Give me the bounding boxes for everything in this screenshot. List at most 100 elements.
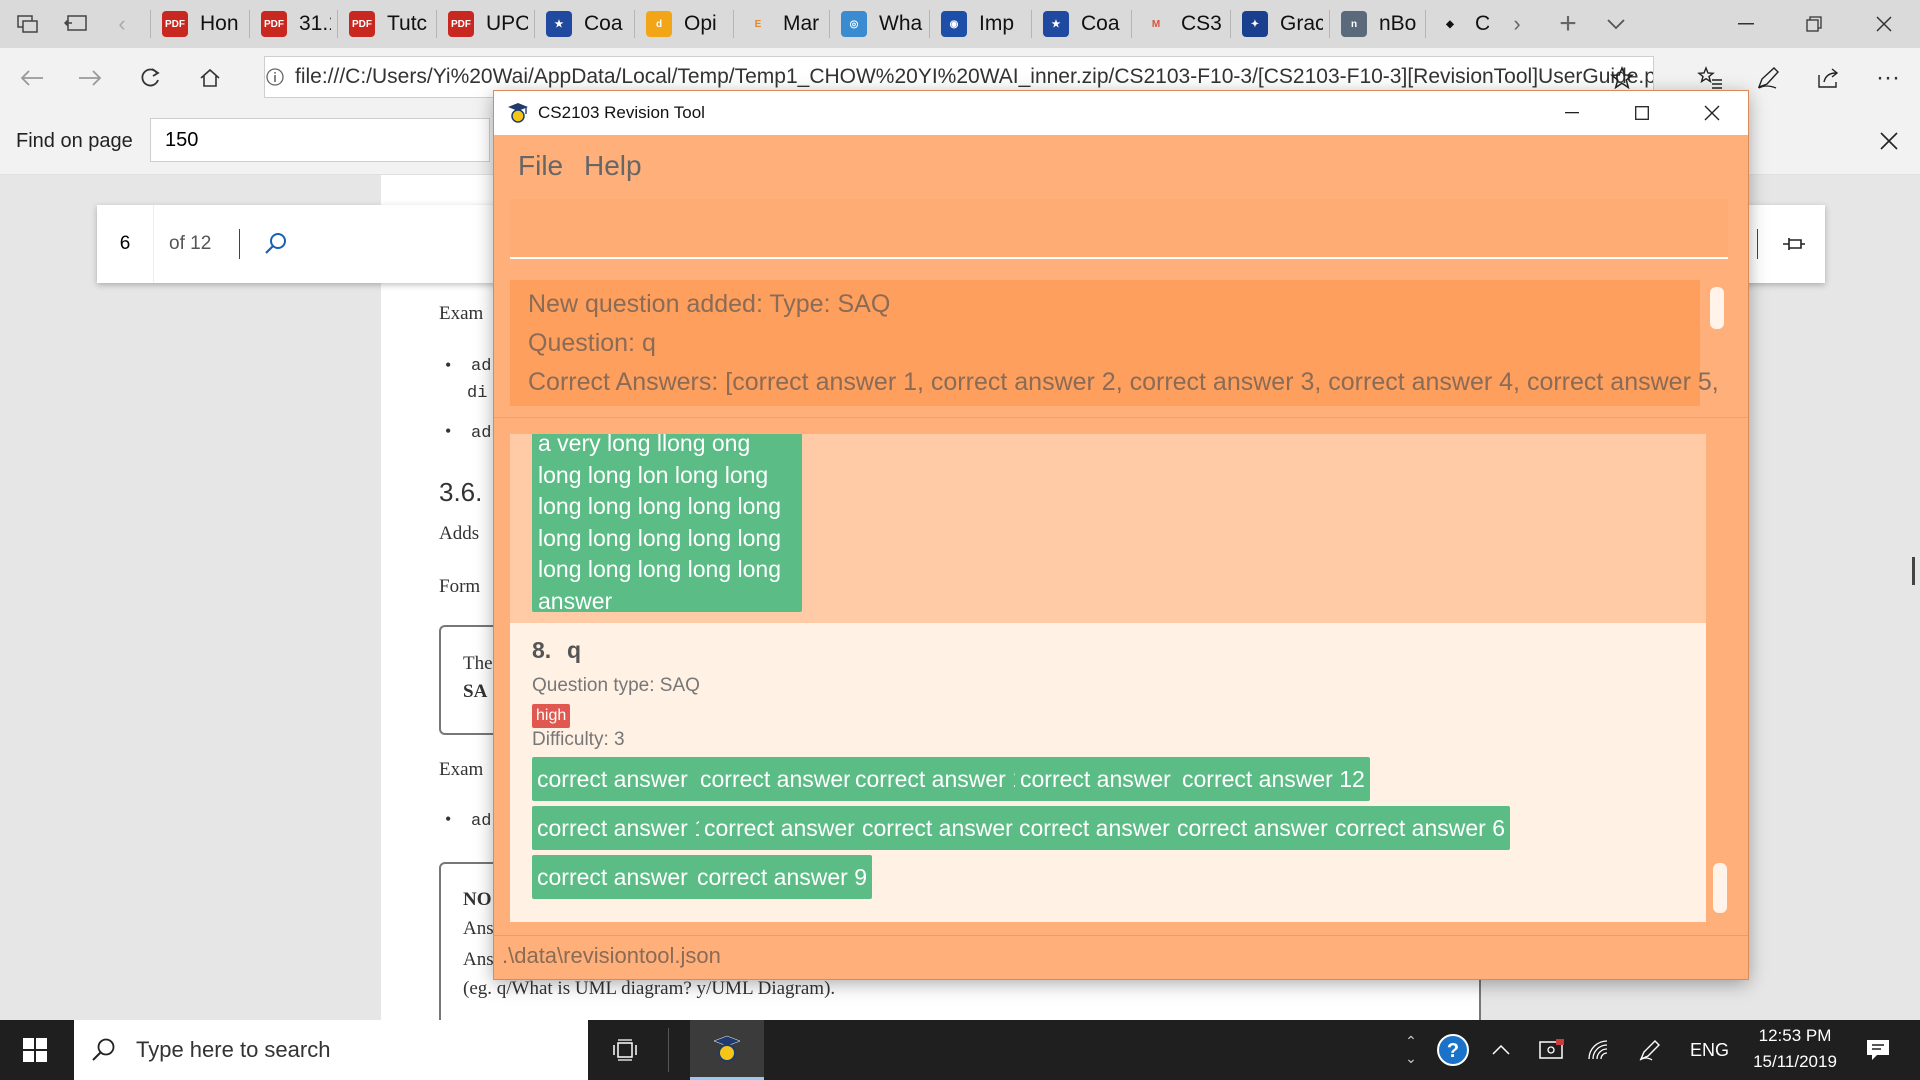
clock-time[interactable]: 12:53 PM — [1740, 1026, 1850, 1046]
more-icon[interactable]: ··· — [1866, 54, 1910, 102]
home-icon[interactable] — [188, 54, 232, 102]
language-indicator[interactable]: ENG — [1690, 1020, 1729, 1080]
question-card-selected[interactable]: a very long llong ong long long lon long … — [510, 434, 1706, 623]
command-input[interactable] — [510, 199, 1728, 259]
close-browser-icon[interactable] — [1856, 0, 1912, 48]
windows-start-icon[interactable] — [0, 1020, 70, 1080]
question-card[interactable]: 8. q Question type: SAQ high Difficulty:… — [510, 623, 1706, 922]
refresh-icon[interactable] — [128, 54, 172, 102]
scroll-tabs-right-icon[interactable]: › — [1502, 0, 1532, 48]
app-minimize-icon[interactable] — [1544, 91, 1600, 135]
answer-chip: correct answer 3 — [857, 806, 1038, 850]
browser-tab[interactable]: n nBo — [1341, 0, 1419, 48]
close-find-icon[interactable] — [1864, 116, 1914, 166]
minimize-icon[interactable] — [1718, 0, 1774, 48]
info-icon[interactable] — [265, 67, 285, 87]
browser-tab[interactable]: PDF Tutc — [349, 0, 430, 48]
set-aside-tabs-icon[interactable] — [56, 0, 96, 48]
pdf-text-line: di — [467, 384, 488, 403]
tab-separator — [1329, 10, 1330, 38]
pdf-text-line: Exam — [439, 759, 484, 780]
tab-separator — [1425, 10, 1426, 38]
pdf-text-line: SA — [463, 681, 488, 702]
browser-tab[interactable]: PDF 31.1 — [261, 0, 331, 48]
difficulty-tag: high — [532, 704, 571, 728]
pdf-text-line: ad — [471, 812, 492, 831]
browser-tab-bar: ‹ PDFHonPDF31.1PDFTutcPDFUPC★CoadOpiEMar… — [0, 0, 1920, 48]
scroll-tabs-left-icon[interactable]: ‹ — [104, 0, 140, 48]
clock-date[interactable]: 15/11/2019 — [1740, 1052, 1850, 1072]
browser-tab[interactable]: ★ Coa — [546, 0, 628, 48]
search-pdf-icon[interactable] — [263, 231, 289, 262]
divider — [668, 1028, 669, 1072]
new-tab-icon[interactable]: + — [1550, 0, 1586, 48]
result-scrollbar[interactable] — [1710, 287, 1724, 329]
forward-icon[interactable] — [68, 54, 112, 102]
answer-chip: correct answer 2 — [699, 806, 880, 850]
browser-tab-label: Hon — [200, 12, 239, 35]
browser-tab[interactable]: ✦ Grac — [1242, 0, 1323, 48]
pdf-box — [439, 625, 501, 735]
browser-tab-label: UPC — [486, 12, 528, 35]
browser-tab[interactable]: PDF UPC — [448, 0, 528, 48]
browser-tab[interactable]: ★ Coa — [1043, 0, 1125, 48]
taskbar-search-box[interactable]: Type here to search — [74, 1020, 588, 1080]
tray-scroll-icon[interactable]: ⌃ ⌄ — [1396, 1020, 1426, 1080]
app-maximize-icon[interactable] — [1614, 91, 1670, 135]
show-hidden-icons-icon[interactable] — [1486, 1020, 1516, 1080]
bullet-icon: • — [445, 355, 452, 375]
task-view-icon[interactable] — [600, 1020, 650, 1080]
help-icon[interactable]: ? — [1428, 1020, 1478, 1080]
menu-file[interactable]: File — [518, 135, 563, 197]
save-location: .\data\revisiontool.json — [502, 943, 721, 968]
answer-chip: correct answer 13 — [532, 806, 725, 850]
menu-help[interactable]: Help — [584, 135, 642, 197]
answer-text-line: long long long long long — [538, 524, 781, 551]
pdf-text-line: Form — [439, 576, 481, 597]
pdf-scroll-indicator[interactable] — [1912, 557, 1915, 585]
find-input-value: 150 — [165, 128, 199, 151]
notifications-icon[interactable] — [1848, 1020, 1908, 1080]
app-logo-icon — [506, 101, 530, 125]
pin-toolbar-icon[interactable] — [1781, 233, 1807, 260]
find-label: Find on page — [16, 130, 133, 152]
question-list[interactable]: a very long llong ong long long lon long … — [510, 434, 1706, 922]
bullet-icon: • — [445, 421, 452, 441]
pen-icon[interactable] — [1746, 54, 1790, 102]
answer-chip: correct answer 12 — [1177, 757, 1370, 801]
browser-tab[interactable]: ◆ C — [1437, 0, 1489, 48]
pdf-text-line: (eg. q/What is UML diagram? y/UML Diagra… — [463, 978, 836, 999]
list-scrollbar[interactable] — [1713, 863, 1727, 913]
tab-actions-icon[interactable] — [8, 0, 48, 48]
browser-tab-label: Grac — [1280, 12, 1323, 35]
browser-tab[interactable]: ◉ Imp — [941, 0, 1025, 48]
device-icon[interactable] — [1534, 1020, 1570, 1080]
result-line: New question added: Type: SAQ — [528, 290, 891, 318]
tab-separator — [436, 10, 437, 38]
browser-tab[interactable]: ◎ Wha — [841, 0, 923, 48]
taskbar-app-revision-tool[interactable] — [690, 1020, 764, 1080]
tab-preview-chevron-icon[interactable] — [1598, 0, 1634, 48]
answer-chip: correct answer 4 — [1014, 806, 1195, 850]
wifi-icon[interactable] — [1582, 1020, 1618, 1080]
restore-icon[interactable] — [1786, 0, 1842, 48]
share-icon[interactable] — [1806, 54, 1850, 102]
browser-tab[interactable]: M CS3 — [1143, 0, 1224, 48]
svg-text:?: ? — [1447, 1040, 1459, 1062]
back-icon[interactable] — [10, 54, 54, 102]
page-number-input[interactable]: 6 — [97, 205, 154, 283]
pen-workspace-icon[interactable] — [1632, 1020, 1668, 1080]
browser-tab[interactable]: PDF Hon — [162, 0, 243, 48]
question-text: q — [567, 637, 582, 663]
browser-tab-label: Opi — [684, 12, 717, 35]
browser-tab[interactable]: E Mar — [745, 0, 823, 48]
find-input[interactable]: 150 — [150, 118, 490, 162]
browser-tab-label: Coa — [1081, 12, 1120, 35]
tab-separator — [1131, 10, 1132, 38]
pdf-icon: PDF — [349, 11, 375, 37]
pdf-text-line: Ans — [463, 949, 494, 970]
pdf-text-line: Ans — [463, 918, 494, 939]
app-close-icon[interactable] — [1684, 91, 1740, 135]
browser-tab[interactable]: d Opi — [646, 0, 727, 48]
search-placeholder: Type here to search — [136, 1037, 331, 1062]
